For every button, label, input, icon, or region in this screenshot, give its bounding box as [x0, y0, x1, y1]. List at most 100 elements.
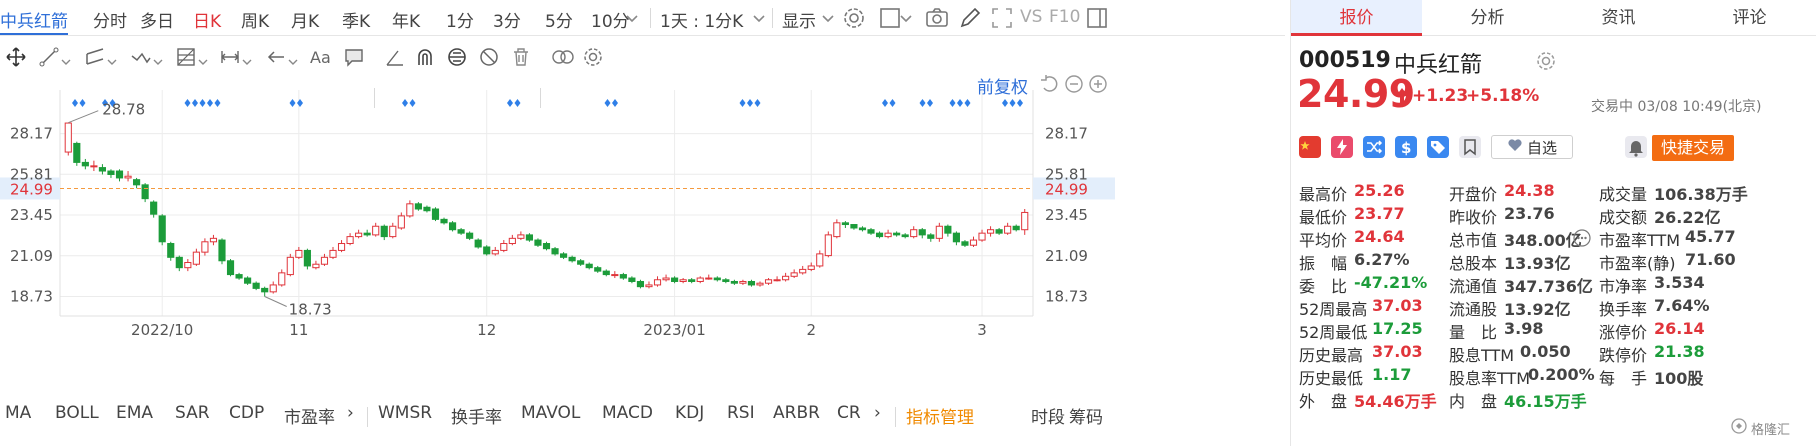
period-intraday[interactable]: 分时	[93, 7, 127, 32]
watchlist-button[interactable]: 自选	[1491, 135, 1573, 159]
channel-icon[interactable]	[84, 46, 106, 68]
fullscreen-icon[interactable]	[990, 6, 1014, 30]
chevron-down-icon[interactable]	[106, 46, 118, 68]
indicator-arbr[interactable]: ARBR	[773, 403, 820, 423]
indicator-kdj[interactable]: KDJ	[675, 403, 704, 423]
candle-body	[602, 270, 610, 276]
signal-marker	[72, 99, 78, 107]
arrow-left-icon[interactable]	[265, 46, 287, 68]
magnet-icon[interactable]	[414, 46, 436, 68]
hide-icon[interactable]	[478, 46, 500, 68]
chevron-down-icon[interactable]	[625, 8, 639, 32]
fibonacci-icon[interactable]	[175, 46, 197, 68]
x-tick-label: 3	[977, 321, 987, 339]
gear-icon[interactable]	[1535, 50, 1557, 76]
indicator-macd[interactable]: MACD	[602, 403, 653, 423]
chevron-down-icon[interactable]	[821, 8, 835, 32]
period-10min[interactable]: 10分	[591, 7, 630, 32]
tab-quote[interactable]: 报价	[1291, 0, 1422, 36]
comment-icon[interactable]	[343, 46, 365, 68]
chevron-down-icon[interactable]	[899, 8, 913, 32]
indicator-wmsr[interactable]: WMSR	[378, 403, 432, 423]
chevron-right-icon[interactable]: ›	[874, 403, 881, 423]
flash-icon[interactable]	[1331, 136, 1353, 158]
field-value: -47.21%	[1354, 273, 1428, 292]
y-tick-label: 28.17	[10, 125, 53, 143]
pencil-icon[interactable]	[958, 6, 982, 30]
indicator-cr[interactable]: CR	[837, 403, 861, 423]
indicator-turnover[interactable]: 换手率	[451, 403, 502, 428]
trendline-icon[interactable]	[38, 46, 60, 68]
sidebar-toggle-icon[interactable]	[1085, 6, 1109, 30]
period-yearly[interactable]: 年K	[392, 7, 420, 32]
display-menu[interactable]: 显示	[782, 7, 816, 32]
period-weekly[interactable]: 周K	[241, 7, 269, 32]
candle-body	[261, 287, 269, 293]
tab-comments[interactable]: 评论	[1684, 0, 1815, 36]
symbol-tab[interactable]: 中兵红箭	[0, 7, 68, 35]
text-icon[interactable]: Aa	[309, 46, 335, 68]
shuffle-icon[interactable]	[1363, 136, 1385, 158]
bookmark-icon[interactable]	[1459, 136, 1481, 158]
chevron-down-icon[interactable]	[197, 46, 209, 68]
period-5min[interactable]: 5分	[545, 7, 573, 32]
period-1min[interactable]: 1分	[446, 7, 474, 32]
signal-marker	[79, 99, 86, 107]
signal-marker	[957, 99, 963, 107]
candle	[500, 240, 508, 253]
chevron-right-icon[interactable]: ›	[347, 403, 354, 423]
bell-icon[interactable]	[1625, 136, 1647, 158]
dollar-icon[interactable]: $	[1395, 136, 1417, 158]
chevron-down-icon[interactable]	[287, 46, 299, 68]
tab-time-segment[interactable]: 时段	[1031, 403, 1065, 428]
chevron-down-icon[interactable]	[752, 8, 766, 32]
range-select[interactable]: 1天 : 1分K	[660, 7, 743, 32]
tag-icon[interactable]	[1427, 136, 1449, 158]
signal-marker	[964, 99, 971, 107]
indicator-pe[interactable]: 市盈率	[284, 403, 335, 428]
period-monthly[interactable]: 月K	[291, 7, 319, 32]
chevron-down-icon[interactable]	[60, 46, 72, 68]
quick-trade-button[interactable]: 快捷交易	[1652, 135, 1734, 161]
measure-icon[interactable]	[219, 46, 241, 68]
period-quarterly[interactable]: 季K	[342, 7, 370, 32]
field-label: 52周最低	[1299, 323, 1368, 342]
camera-icon[interactable]	[925, 6, 949, 30]
draw-settings-icon[interactable]	[582, 46, 604, 68]
period-multiday[interactable]: 多日	[140, 7, 174, 32]
candle	[602, 269, 610, 277]
flag-cn-icon[interactable]	[1299, 136, 1321, 158]
field-value: 71.60	[1685, 250, 1736, 269]
chevron-down-icon[interactable]	[152, 46, 164, 68]
ruler-icon[interactable]	[384, 46, 406, 68]
indicator-boll[interactable]: BOLL	[55, 403, 99, 423]
field-label: 涨停价	[1599, 323, 1648, 342]
candle	[688, 278, 696, 284]
candle-body	[1012, 225, 1020, 231]
period-3min[interactable]: 3分	[493, 7, 521, 32]
signal-marker	[949, 99, 956, 107]
vs-button[interactable]: VS	[1020, 7, 1042, 27]
indicator-mavol[interactable]: MAVOL	[521, 403, 580, 423]
indicator-cdp[interactable]: CDP	[229, 403, 264, 423]
trash-icon[interactable]	[510, 46, 532, 68]
more-icon[interactable]	[1573, 229, 1591, 251]
candle-body	[278, 272, 286, 286]
indicator-ma[interactable]: MA	[5, 403, 31, 423]
tab-chips[interactable]: 筹码	[1069, 403, 1103, 428]
compare-icon[interactable]	[550, 46, 576, 68]
tab-analysis[interactable]: 分析	[1422, 0, 1553, 36]
indicator-sar[interactable]: SAR	[175, 403, 210, 423]
chevron-down-icon[interactable]	[241, 46, 253, 68]
period-daily[interactable]: 日K	[193, 7, 221, 32]
lock-draw-icon[interactable]	[446, 46, 468, 68]
move-icon[interactable]	[5, 46, 27, 68]
candlestick-chart[interactable]: 24.99 24.99 28.17 28.17 25.81 25.81 23.45 23.4…	[0, 90, 1115, 340]
indicator-ema[interactable]: EMA	[116, 403, 153, 423]
settings-icon[interactable]	[842, 6, 866, 30]
indicator-manage[interactable]: 指标管理	[906, 403, 974, 428]
f10-button[interactable]: F10	[1049, 7, 1080, 27]
tab-news[interactable]: 资讯	[1553, 0, 1684, 36]
indicator-rsi[interactable]: RSI	[727, 403, 755, 423]
wave-icon[interactable]	[130, 46, 152, 68]
